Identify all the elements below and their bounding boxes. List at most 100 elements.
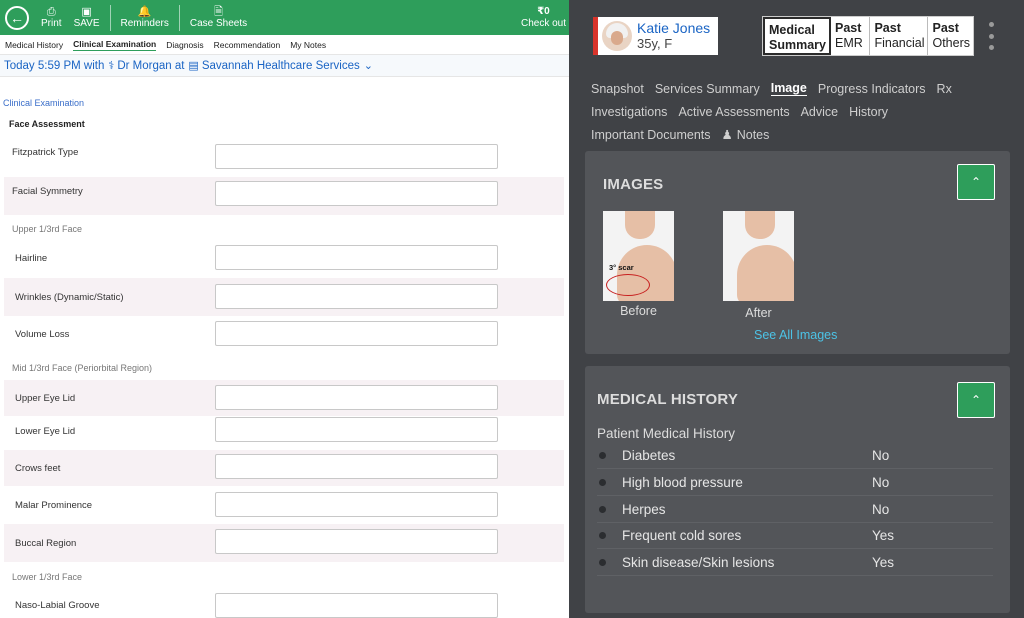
visit-clinic: Savannah Healthcare Services <box>201 59 360 72</box>
field-label: Wrinkles (Dynamic/Static) <box>15 291 124 303</box>
visit-info-bar[interactable]: Today 5:59 PM with ⚕ Dr Morgan at ▤ Sava… <box>0 55 569 77</box>
summary-nav: Snapshot Services Summary Image Progress… <box>591 77 1011 146</box>
list-item: Herpes No <box>597 496 993 523</box>
neck-shape <box>625 211 655 239</box>
top-toolbar: ← ⎙ Print ▣ SAVE 🔔 Reminders 🗎 Case Shee… <box>0 0 569 35</box>
condition-value: Yes <box>872 527 895 543</box>
condition-value: No <box>872 447 890 463</box>
form-row-lower-lid: Lower Eye Lid <box>4 416 564 446</box>
patient-card[interactable]: Katie Jones 35y, F <box>593 17 718 55</box>
upper-eye-lid-input[interactable] <box>215 385 498 410</box>
patient-medical-history-subtitle: Patient Medical History <box>597 426 736 441</box>
field-label: Volume Loss <box>15 328 70 340</box>
hairline-input[interactable] <box>215 245 498 270</box>
tab-medical-summary[interactable]: Medical Summary <box>763 17 831 55</box>
nav-investigations[interactable]: Investigations <box>591 105 667 119</box>
tab-line: EMR <box>834 36 863 50</box>
back-arrow-icon[interactable]: ← <box>5 5 29 30</box>
see-all-images-link[interactable]: See All Images <box>754 328 837 342</box>
neck-shape <box>745 211 775 239</box>
malar-prominence-input[interactable] <box>215 492 498 517</box>
toolbar-divider <box>178 4 180 31</box>
nav-services-summary[interactable]: Services Summary <box>655 82 760 96</box>
before-caption: Before <box>620 304 657 318</box>
naso-labial-input[interactable] <box>215 593 498 618</box>
condition-name: Skin disease/Skin lesions <box>622 554 775 570</box>
bullet-icon <box>599 505 606 513</box>
checkout-button[interactable]: ₹0 Check out <box>521 6 566 30</box>
tab-line: Past <box>834 21 862 35</box>
condition-name: Herpes <box>622 501 666 517</box>
tab-medical-history[interactable]: Medical History <box>5 40 63 50</box>
nav-notes[interactable]: ♟ Notes <box>722 127 781 142</box>
skin-shape <box>737 245 794 301</box>
form-row-naso: Naso-Labial Groove <box>4 590 564 618</box>
printer-icon: ⎙ <box>46 5 56 18</box>
chevron-up-icon[interactable]: ⌃ <box>957 382 995 418</box>
field-label: Malar Prominence <box>15 499 93 511</box>
reminders-button[interactable]: 🔔 Reminders <box>115 6 175 30</box>
form-row-fitzpatrick: Fitzpatrick Type <box>4 140 564 172</box>
save-button[interactable]: ▣ SAVE <box>68 6 106 30</box>
tab-recommendation[interactable]: Recommendation <box>214 40 281 50</box>
bullet-icon <box>599 531 606 539</box>
before-image[interactable]: 3° scar <box>603 211 674 301</box>
tab-clinical-examination[interactable]: Clinical Examination <box>73 39 157 51</box>
scar-annotation: 3° scar <box>609 263 634 272</box>
chevron-up-icon[interactable]: ⌃ <box>957 164 995 200</box>
nav-notes-label: Notes <box>736 128 770 142</box>
tab-past-emr[interactable]: Past EMR <box>831 17 871 55</box>
tab-line: Others <box>932 36 970 50</box>
kebab-menu-icon[interactable] <box>987 22 995 50</box>
notes-person-icon: ♟ <box>721 128 733 142</box>
chevron-down-icon[interactable]: ⌄ <box>364 59 373 72</box>
document-icon: 🗎 <box>214 5 223 18</box>
nav-rx[interactable]: Rx <box>937 82 952 96</box>
lower-eye-lid-input[interactable] <box>215 417 498 442</box>
list-item: Diabetes No <box>597 442 993 469</box>
form-row-crows: Crows feet <box>4 450 564 486</box>
form-row-hairline: Hairline <box>4 242 564 274</box>
facial-symmetry-input[interactable] <box>215 181 498 206</box>
nav-image[interactable]: Image <box>770 81 807 96</box>
crows-feet-input[interactable] <box>215 454 498 479</box>
tab-past-financial[interactable]: Past Financial <box>870 17 929 55</box>
print-button[interactable]: ⎙ Print <box>35 6 68 30</box>
tab-diagnosis[interactable]: Diagnosis <box>166 40 203 50</box>
checkout-label: Check out <box>520 18 566 29</box>
case-sheets-button[interactable]: 🗎 Case Sheets <box>184 6 253 30</box>
save-label: SAVE <box>73 17 100 29</box>
tab-past-others[interactable]: Past Others <box>928 17 973 55</box>
field-label: Naso-Labial Groove <box>15 599 100 611</box>
nav-snapshot[interactable]: Snapshot <box>591 82 644 96</box>
condition-value: No <box>872 474 890 490</box>
patient-summary-panel: Katie Jones 35y, F Medical Summary Past … <box>569 0 1024 618</box>
nav-progress-indicators[interactable]: Progress Indicators <box>818 82 926 96</box>
field-label: Facial Symmetry <box>12 185 83 197</box>
list-item: Skin disease/Skin lesions Yes <box>597 549 993 576</box>
tab-line: Medical <box>769 23 815 37</box>
nav-history[interactable]: History <box>849 105 888 119</box>
tab-line: Past <box>874 21 901 35</box>
condition-value: Yes <box>872 554 895 570</box>
after-image[interactable] <box>723 211 794 301</box>
form-row-symmetry: Facial Symmetry <box>4 177 564 215</box>
form-row-malar: Malar Prominence <box>4 489 564 521</box>
images-title: IMAGES <box>603 176 664 193</box>
condition-value: No <box>872 501 890 517</box>
case-sheets-label: Case Sheets <box>189 17 248 29</box>
visit-doctor: Dr Morgan at <box>117 59 185 72</box>
clinical-form-panel: ← ⎙ Print ▣ SAVE 🔔 Reminders 🗎 Case Shee… <box>0 0 569 618</box>
tab-my-notes[interactable]: My Notes <box>290 40 326 50</box>
nav-important-documents[interactable]: Important Documents <box>591 128 711 142</box>
fitzpatrick-input[interactable] <box>215 144 498 169</box>
wrinkles-input[interactable] <box>215 284 498 309</box>
form-row-volume: Volume Loss <box>4 318 564 350</box>
print-label: Print <box>41 17 62 29</box>
nav-active-assessments[interactable]: Active Assessments <box>678 105 789 119</box>
buccal-region-input[interactable] <box>215 529 498 554</box>
bullet-icon <box>599 478 606 486</box>
nav-advice[interactable]: Advice <box>801 105 839 119</box>
checkout-amount: ₹0 <box>537 6 550 17</box>
volume-loss-input[interactable] <box>215 321 498 346</box>
